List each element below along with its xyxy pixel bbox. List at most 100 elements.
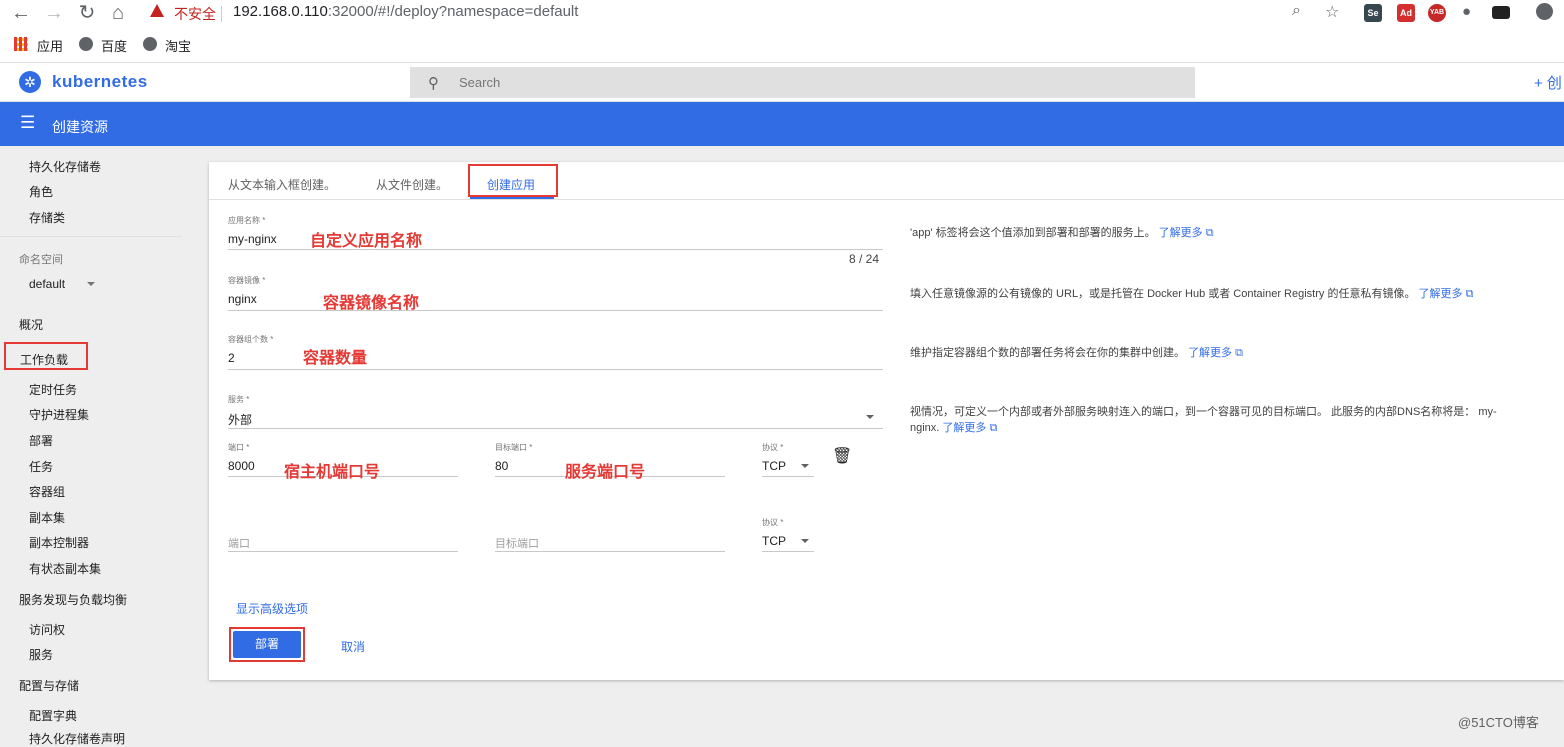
annotation-target-port: 服务端口号 — [565, 464, 646, 481]
sidebar-item-config[interactable]: 配置与存储 — [19, 677, 79, 694]
search-icon: ⚲ — [428, 75, 439, 92]
pods-underline — [228, 369, 883, 370]
deploy-button[interactable]: 部署 — [233, 631, 301, 658]
sidebar-item-ingresses[interactable]: 访问权 — [29, 621, 65, 638]
sidebar-item-replication-controllers[interactable]: 副本控制器 — [29, 534, 89, 551]
tab-create-from-text[interactable]: 从文本输入框创建。 — [228, 176, 336, 193]
help-service-line1: 视情况，可定义一个内部或者外部服务映射连入的端口，到一个容器可见的目标端口。 此… — [910, 406, 1497, 418]
sidebar-item-discovery[interactable]: 服务发现与负载均衡 — [19, 591, 127, 608]
reload-icon[interactable]: ↻ — [76, 2, 98, 24]
port-label: 端口 * — [228, 443, 250, 452]
highlight-box — [468, 164, 558, 197]
action-bar — [0, 102, 1564, 146]
zoom-icon[interactable]: ⌕ — [1292, 2, 1301, 20]
sidebar-item-pods[interactable]: 容器组 — [29, 483, 65, 500]
forward-icon[interactable]: → — [43, 2, 65, 24]
port-input[interactable]: 8000 — [228, 459, 255, 473]
learn-more-link[interactable]: 了解更多 — [1188, 347, 1232, 359]
pods-label: 容器组个数 * — [228, 335, 274, 344]
selenium-extension-icon[interactable]: Se — [1364, 4, 1382, 22]
port-underline — [228, 551, 458, 552]
help-text: 维护指定容器组个数的部署任务将会在你的集群中创建。 — [910, 347, 1185, 359]
learn-more-link[interactable]: 了解更多 — [1419, 288, 1463, 300]
service-underline — [228, 428, 883, 429]
sidebar-item-configmaps[interactable]: 配置字典 — [29, 707, 77, 724]
protocol-select[interactable]: TCP — [762, 459, 786, 473]
service-select[interactable]: 外部 — [228, 411, 252, 428]
namespace-label: 命名空间 — [19, 254, 63, 266]
sidebar-item-pvcs[interactable]: 持久化存储卷声明 — [29, 730, 125, 747]
app-name-input[interactable]: my-nginx — [228, 232, 277, 246]
cancel-button[interactable]: 取消 — [341, 638, 365, 655]
profile-icon[interactable] — [1536, 3, 1553, 20]
sidebar-item-jobs[interactable]: 任务 — [29, 458, 53, 475]
app-title[interactable]: kubernetes — [52, 72, 148, 92]
address-bar[interactable]: 192.168.0.110:32000/#!/deploy?namespace=… — [233, 3, 578, 20]
external-link-icon: ⧉ — [1465, 288, 1474, 300]
external-link-icon: ⧉ — [1235, 347, 1243, 359]
protocol-underline — [762, 476, 814, 477]
url-path: :32000/#!/deploy?namespace=default — [327, 3, 579, 20]
kubernetes-logo-icon[interactable]: ✲ — [19, 71, 41, 93]
help-text: nginx. — [910, 422, 940, 434]
url-host: 192.168.0.110 — [233, 3, 328, 20]
sidebar-item-services[interactable]: 服务 — [29, 646, 53, 663]
warning-icon — [150, 4, 164, 17]
sidebar-item-overview[interactable]: 概况 — [19, 316, 43, 333]
url-separator — [221, 6, 222, 22]
sidebar-item-storage-classes[interactable]: 存储类 — [29, 209, 65, 226]
globe-icon — [143, 37, 157, 51]
bookmark-baidu[interactable]: 百度 — [101, 36, 127, 55]
back-icon[interactable]: ← — [10, 2, 32, 24]
bookmark-apps[interactable]: 应用 — [37, 36, 63, 55]
search-input[interactable] — [459, 74, 1159, 91]
tab-create-from-file[interactable]: 从文件创建。 — [376, 176, 448, 193]
pods-input[interactable]: 2 — [228, 351, 235, 365]
namespace-select[interactable]: default — [29, 277, 65, 291]
chevron-down-icon[interactable] — [801, 464, 809, 468]
target-port-underline — [495, 551, 725, 552]
home-icon[interactable]: ⌂ — [107, 2, 129, 24]
star-icon[interactable]: ☆ — [1325, 2, 1339, 22]
annotation-app-name: 自定义应用名称 — [310, 233, 423, 250]
chevron-down-icon[interactable] — [801, 539, 809, 543]
chevron-down-icon[interactable] — [866, 415, 874, 419]
sidebar-item-replicasets[interactable]: 副本集 — [29, 509, 65, 526]
target-port-input-empty[interactable]: 目标端口 — [495, 535, 539, 551]
sidebar-item-cronjobs[interactable]: 定时任务 — [29, 381, 77, 398]
bulb-extension-icon[interactable]: ● — [1462, 3, 1471, 20]
page-title: 创建资源 — [52, 119, 108, 135]
target-port-label: 目标端口 * — [495, 443, 533, 452]
image-input[interactable]: nginx — [228, 292, 257, 306]
help-image: 填入任意镜像源的公有镜像的 URL，或是托管在 Docker Hub 或者 Co… — [910, 286, 1473, 302]
sidebar-item-statefulsets[interactable]: 有状态副本集 — [29, 560, 101, 577]
bookmark-taobao[interactable]: 淘宝 — [165, 36, 191, 55]
protocol-select[interactable]: TCP — [762, 534, 786, 548]
target-port-input[interactable]: 80 — [495, 459, 508, 473]
help-app-name: 'app' 标签将会这个值添加到部署和部署的服务上。 了解更多 ⧉ — [910, 225, 1214, 241]
sidebar-item-persistent-volumes[interactable]: 持久化存储卷 — [29, 158, 101, 175]
adblock-extension-icon[interactable]: Ad — [1397, 4, 1415, 22]
show-advanced-options-link[interactable]: 显示高级选项 — [236, 600, 308, 617]
trash-icon[interactable]: 🗑 — [832, 446, 852, 466]
learn-more-link[interactable]: 了解更多 — [942, 422, 986, 434]
hamburger-menu-icon[interactable]: ☰ — [20, 113, 35, 133]
security-label[interactable]: 不安全 — [174, 4, 216, 24]
learn-more-link[interactable]: 了解更多 — [1159, 227, 1203, 239]
app-name-label: 应用名称 * — [228, 216, 266, 225]
youtube-extension-icon[interactable] — [1492, 6, 1510, 19]
create-button[interactable]: + 创 — [1534, 72, 1562, 93]
sidebar-item-roles[interactable]: 角色 — [29, 183, 53, 200]
yab-extension-icon[interactable]: YAB — [1428, 4, 1446, 22]
sidebar-item-deployments[interactable]: 部署 — [29, 432, 53, 449]
annotation-pods: 容器数量 — [303, 350, 368, 367]
sidebar-item-daemonsets[interactable]: 守护进程集 — [29, 406, 89, 423]
external-link-icon: ⧉ — [989, 422, 998, 434]
external-link-icon: ⧉ — [1205, 227, 1214, 239]
annotation-image: 容器镜像名称 — [323, 295, 420, 312]
help-text: 'app' 标签将会这个值添加到部署和部署的服务上。 — [910, 227, 1156, 239]
globe-icon — [79, 37, 93, 51]
port-input-empty[interactable]: 端口 — [228, 535, 250, 551]
chevron-down-icon[interactable] — [87, 282, 95, 286]
service-label: 服务 * — [228, 395, 250, 404]
